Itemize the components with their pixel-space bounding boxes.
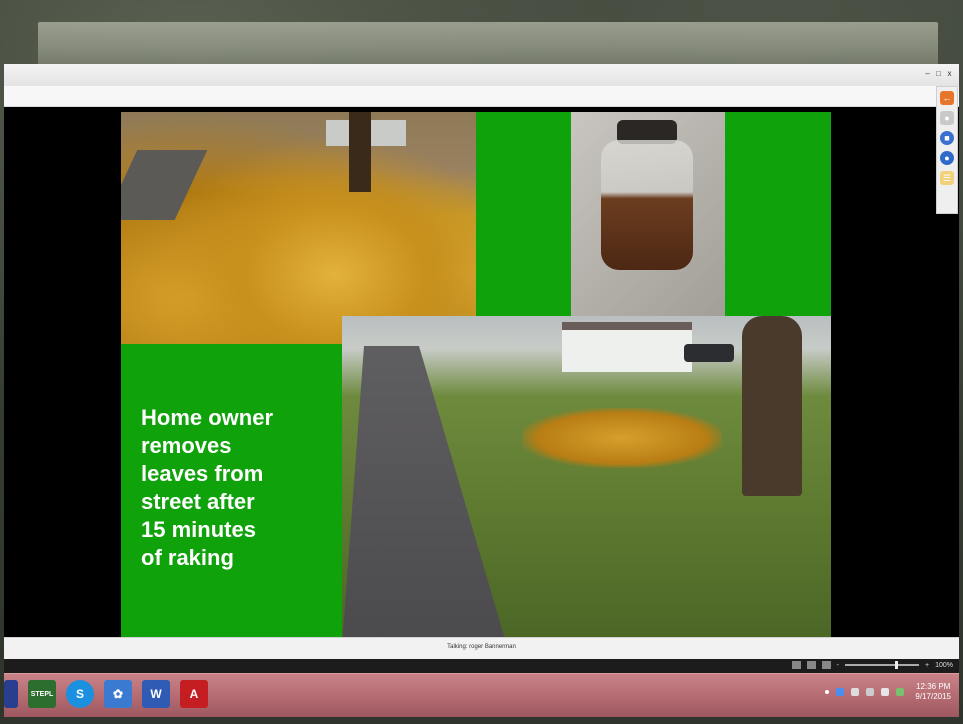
panel-help-icon[interactable]: ● [940, 151, 954, 165]
zoom-out-button[interactable]: - [837, 662, 839, 669]
panel-collapse-icon[interactable]: ← [940, 91, 954, 105]
close-button[interactable]: x [946, 70, 953, 78]
viewer-toolbar [4, 86, 959, 107]
zoom-level: 100% [935, 661, 953, 669]
paper-strip [38, 22, 938, 66]
taskbar-flower-icon[interactable]: ✿ [104, 680, 132, 708]
panel-chat-icon[interactable]: ☰ [940, 171, 954, 185]
panel-share-icon[interactable]: ■ [940, 131, 954, 145]
zoom-controls: - + 100% [791, 661, 953, 669]
tray-network-icon[interactable] [836, 688, 845, 696]
tray-power-icon[interactable] [896, 688, 905, 696]
photo-leaf-pile [522, 408, 722, 468]
taskbar-skype-icon[interactable]: S [66, 680, 94, 708]
photo-sample-jar [571, 112, 725, 318]
side-panel: ← ● ■ ● ☰ [936, 86, 958, 214]
tray-display-icon[interactable] [866, 688, 875, 696]
taskbar-steps-icon[interactable]: STEPL [28, 680, 56, 708]
window-controls: – □ x [924, 70, 953, 78]
photo-tree-trunk [349, 112, 371, 192]
slide-caption: Home owner removes leaves from street af… [141, 405, 274, 570]
tray-expand-icon[interactable] [825, 690, 830, 694]
talking-indicator: Talking: roger Bannerman [447, 644, 516, 650]
view-reading-icon[interactable] [821, 661, 831, 669]
photo-street-house [562, 322, 692, 372]
presentation-viewer: Home owner removes leaves from street af… [4, 107, 959, 638]
zoom-slider-thumb[interactable] [895, 661, 898, 669]
photo-parked-car [684, 344, 734, 362]
taskbar-icons: STEPL S ✿ W A [4, 680, 208, 708]
photo-leaf-covered-lawn [121, 112, 476, 344]
clock-time: 12:36 PM [916, 682, 951, 691]
panel-person-icon[interactable]: ● [940, 111, 954, 125]
tray-volume-icon[interactable] [881, 688, 890, 696]
view-slide-sorter-icon[interactable] [806, 661, 816, 669]
jar-body [601, 140, 693, 270]
taskbar-word-icon[interactable]: W [142, 680, 170, 708]
monitor-screen: – □ x Home owner removes leaves from str… [4, 64, 959, 717]
slide: Home owner removes leaves from street af… [121, 112, 831, 638]
status-bar: Talking: roger Bannerman [4, 637, 959, 660]
zoom-in-button[interactable]: + [925, 662, 929, 669]
photo-road [121, 150, 208, 220]
taskbar-clock[interactable]: 12:36 PM 9/17/2015 [915, 682, 951, 702]
taskbar-acrobat-icon[interactable]: A [180, 680, 208, 708]
zoom-bar: - + 100% [4, 659, 959, 673]
system-tray: 12:36 PM 9/17/2015 [825, 682, 951, 702]
maximize-button[interactable]: □ [935, 70, 942, 78]
photo-raked-street [342, 316, 831, 638]
windows-taskbar: STEPL S ✿ W A 12:36 PM 9/17/2015 [4, 673, 959, 717]
photo-street-tree [742, 316, 802, 496]
taskbar-app-icon[interactable] [4, 680, 18, 708]
minimize-button[interactable]: – [924, 70, 931, 78]
clock-date: 9/17/2015 [915, 692, 951, 701]
tray-flag-icon[interactable] [851, 688, 860, 696]
zoom-slider[interactable] [845, 661, 919, 669]
photo-street-road [342, 346, 507, 638]
view-normal-icon[interactable] [791, 661, 801, 669]
window-titlebar: – □ x [4, 64, 959, 87]
